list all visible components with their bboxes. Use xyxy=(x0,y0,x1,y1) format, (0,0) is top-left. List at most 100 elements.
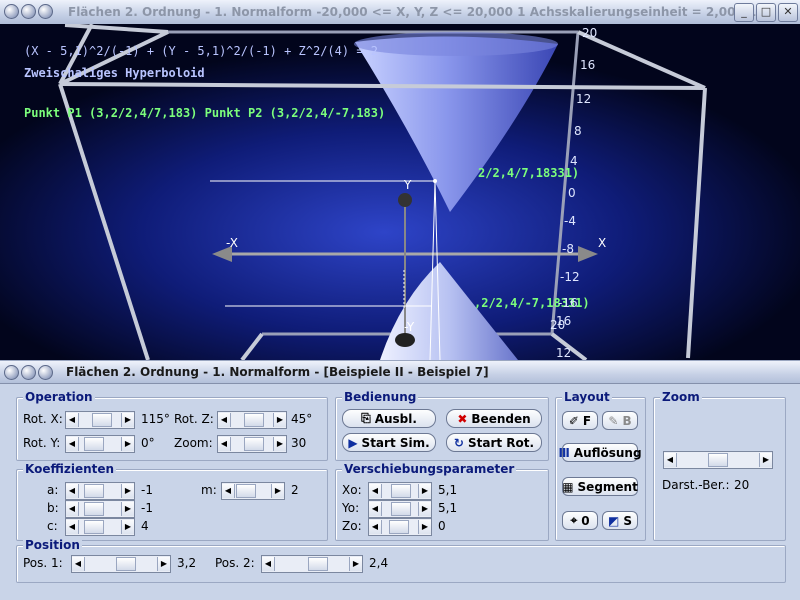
c-slider[interactable]: ◀ ▶ xyxy=(65,518,135,536)
slider-thumb[interactable] xyxy=(708,453,728,467)
zo-slider[interactable]: ◀ ▶ xyxy=(368,518,432,536)
close-button[interactable]: ✕ xyxy=(778,3,798,22)
arrow-right-icon[interactable]: ▶ xyxy=(418,502,431,516)
slider-thumb[interactable] xyxy=(308,557,328,571)
beenden-button-label: Beenden xyxy=(471,411,531,426)
y-neg-axis-label: -Y xyxy=(404,320,415,334)
xo-value: 5,1 xyxy=(438,483,458,497)
arrow-right-icon[interactable]: ▶ xyxy=(271,484,284,498)
arrow-left-icon[interactable]: ◀ xyxy=(222,484,235,498)
arrow-right-icon[interactable]: ▶ xyxy=(121,520,134,534)
arrow-left-icon[interactable]: ◀ xyxy=(262,557,275,571)
control-panel-window: Flächen 2. Ordnung - 1. Normalform - [Be… xyxy=(0,360,800,600)
s-button[interactable]: ◩ S xyxy=(602,511,638,530)
koeffizienten-group: Koeffizienten a: ◀ ▶ -1 m: ◀ ▶ 2 b: ◀ ▶ … xyxy=(16,462,328,541)
arrow-left-icon[interactable]: ◀ xyxy=(369,484,382,498)
beenden-button[interactable]: ✖ Beenden xyxy=(446,409,542,428)
f-button[interactable]: ✐ F xyxy=(562,411,598,430)
m-slider[interactable]: ◀ ▶ xyxy=(221,482,285,500)
zero-button[interactable]: ⌖ 0 xyxy=(562,511,598,530)
maximize-button[interactable]: □ xyxy=(756,3,776,22)
arrow-right-icon[interactable]: ▶ xyxy=(121,502,134,516)
3d-scene[interactable]: (X - 5,1)^2/(-1) + (Y - 5,1)^2/(-1) + Z^… xyxy=(0,24,800,360)
arrow-right-icon[interactable]: ▶ xyxy=(273,413,286,427)
pos1-slider[interactable]: ◀ ▶ xyxy=(71,555,171,573)
zoom-slider[interactable]: ◀ ▶ xyxy=(217,435,287,453)
slider-thumb[interactable] xyxy=(236,484,256,498)
arrow-left-icon[interactable]: ◀ xyxy=(66,520,79,534)
slider-thumb[interactable] xyxy=(84,484,104,498)
b-value: -1 xyxy=(141,501,153,515)
slider-thumb[interactable] xyxy=(391,484,411,498)
table-icon: ▦ xyxy=(562,479,574,494)
start-sim-button[interactable]: ▶ Start Sim. xyxy=(342,433,436,452)
rot-z-slider[interactable]: ◀ ▶ xyxy=(217,411,287,429)
arrow-right-icon[interactable]: ▶ xyxy=(349,557,362,571)
arrow-right-icon[interactable]: ▶ xyxy=(121,484,134,498)
s-button-label: S xyxy=(623,513,632,528)
zoom-label: Zoom: xyxy=(174,436,213,450)
zoom-range-slider[interactable]: ◀ ▶ xyxy=(663,451,773,469)
arrow-left-icon[interactable]: ◀ xyxy=(369,502,382,516)
equation-text: (X - 5,1)^2/(-1) + (Y - 5,1)^2/(-1) + Z^… xyxy=(24,44,379,58)
x-pos-axis-label: X xyxy=(598,236,607,250)
start-rot-button[interactable]: ↻ Start Rot. xyxy=(446,433,542,452)
arrow-left-icon[interactable]: ◀ xyxy=(664,453,677,467)
minimize-button[interactable]: _ xyxy=(734,3,754,22)
arrow-right-icon[interactable]: ▶ xyxy=(157,557,170,571)
b-button[interactable]: ✎ B xyxy=(602,411,638,430)
slider-thumb[interactable] xyxy=(244,437,264,451)
slider-thumb[interactable] xyxy=(389,520,409,534)
rot-y-slider[interactable]: ◀ ▶ xyxy=(65,435,135,453)
arrow-left-icon[interactable]: ◀ xyxy=(66,413,79,427)
slider-thumb[interactable] xyxy=(391,502,411,516)
arrow-left-icon[interactable]: ◀ xyxy=(369,520,382,534)
verschiebung-group: Verschiebungsparameter Xo: ◀ ▶ 5,1 Yo: ◀… xyxy=(335,462,549,541)
arrow-left-icon[interactable]: ◀ xyxy=(66,502,79,516)
top-titlebar[interactable]: Flächen 2. Ordnung - 1. Normalform -20,0… xyxy=(0,0,800,25)
arrow-left-icon[interactable]: ◀ xyxy=(66,484,79,498)
arrow-left-icon[interactable]: ◀ xyxy=(66,437,79,451)
arrow-left-icon[interactable]: ◀ xyxy=(218,437,231,451)
hide-icon: ⎘ xyxy=(361,411,371,425)
slider-thumb[interactable] xyxy=(84,520,104,534)
titlebar-circle-icon[interactable] xyxy=(38,4,53,19)
panel-titlebar[interactable]: Flächen 2. Ordnung - 1. Normalform - [Be… xyxy=(0,360,800,384)
arrow-right-icon[interactable]: ▶ xyxy=(121,413,134,427)
arrow-right-icon[interactable]: ▶ xyxy=(121,437,134,451)
pos2-slider[interactable]: ◀ ▶ xyxy=(261,555,363,573)
verschiebung-group-label: Verschiebungsparameter xyxy=(342,462,517,476)
zero-button-label: 0 xyxy=(581,513,590,528)
darst-ber-value: 20 xyxy=(734,478,750,492)
xo-slider[interactable]: ◀ ▶ xyxy=(368,482,432,500)
titlebar-circle-icon[interactable] xyxy=(21,4,36,19)
ausbl-button[interactable]: ⎘ Ausbl. xyxy=(342,409,436,428)
p1-coordinate-label: 2/2,4/7,18331) xyxy=(478,166,580,180)
x-neg-axis-label: -X xyxy=(226,236,238,250)
panel-title: Flächen 2. Ordnung - 1. Normalform - [Be… xyxy=(66,365,489,379)
slider-thumb[interactable] xyxy=(92,413,112,427)
slider-thumb[interactable] xyxy=(84,502,104,516)
a-slider[interactable]: ◀ ▶ xyxy=(65,482,135,500)
paint-icon: ✐ xyxy=(568,413,579,428)
arrow-right-icon[interactable]: ▶ xyxy=(418,520,431,534)
crosshair-icon: ⌖ xyxy=(570,513,578,527)
titlebar-circle-icon[interactable] xyxy=(38,365,53,380)
arrow-left-icon[interactable]: ◀ xyxy=(72,557,85,571)
slider-thumb[interactable] xyxy=(116,557,136,571)
slider-thumb[interactable] xyxy=(84,437,104,451)
arrow-left-icon[interactable]: ◀ xyxy=(218,413,231,427)
arrow-right-icon[interactable]: ▶ xyxy=(418,484,431,498)
arrow-right-icon[interactable]: ▶ xyxy=(273,437,286,451)
layout-group: Layout ✐ F ✎ B Ⅲ Auflösung ▦ Segment ⌖ 0… xyxy=(555,390,646,541)
yo-slider[interactable]: ◀ ▶ xyxy=(368,500,432,518)
segment-button[interactable]: ▦ Segment xyxy=(562,477,638,496)
slider-thumb[interactable] xyxy=(244,413,264,427)
titlebar-circle-icon[interactable] xyxy=(4,4,19,19)
titlebar-circle-icon[interactable] xyxy=(4,365,19,380)
aufloesung-button[interactable]: Ⅲ Auflösung xyxy=(558,443,642,462)
arrow-right-icon[interactable]: ▶ xyxy=(759,453,772,467)
rot-x-slider[interactable]: ◀ ▶ xyxy=(65,411,135,429)
b-slider[interactable]: ◀ ▶ xyxy=(65,500,135,518)
titlebar-circle-icon[interactable] xyxy=(21,365,36,380)
